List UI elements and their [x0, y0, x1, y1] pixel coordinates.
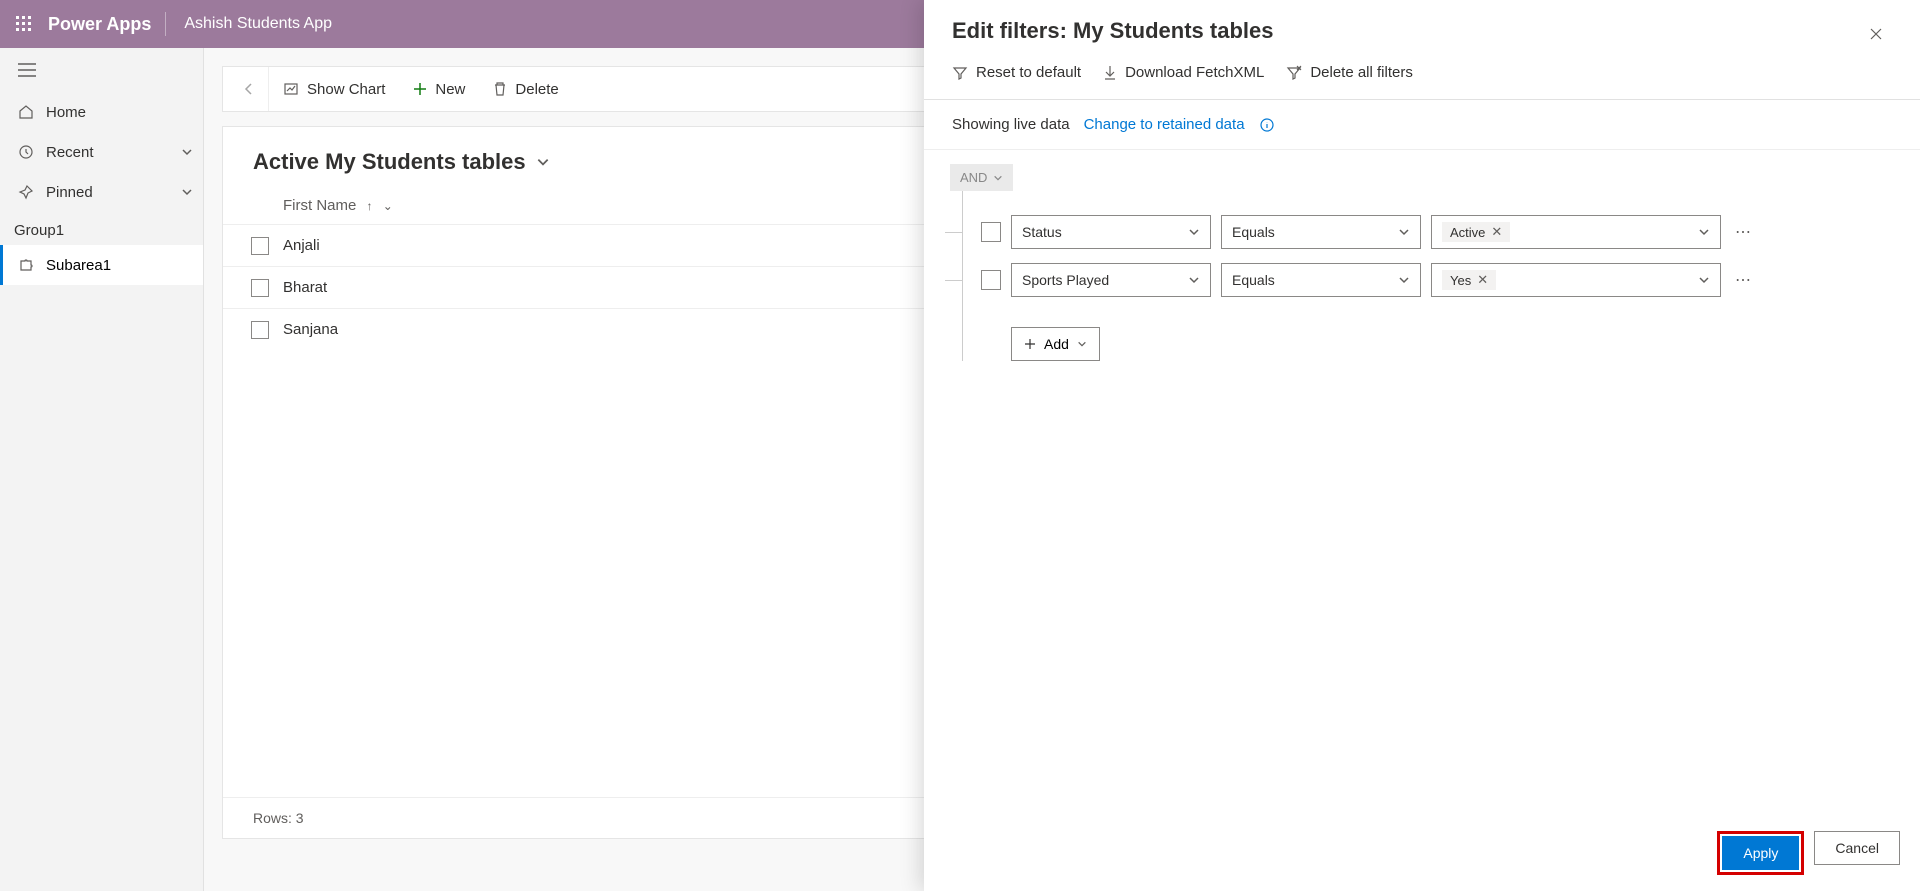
- value-chip-label: Active: [1450, 225, 1485, 240]
- download-fetchxml-button[interactable]: Download FetchXML: [1103, 64, 1264, 81]
- chevron-down-icon: [1188, 226, 1200, 238]
- chevron-down-icon: [1188, 274, 1200, 286]
- condition-operator-select[interactable]: Equals: [1221, 215, 1421, 249]
- app-name-label: Ashish Students App: [172, 15, 332, 33]
- reset-default-label: Reset to default: [976, 64, 1081, 81]
- clock-icon: [18, 144, 40, 160]
- back-button[interactable]: [229, 67, 269, 111]
- condition-field-value: Status: [1022, 224, 1188, 240]
- condition-row: Sports Played Equals Yes ✕ ⋯: [963, 263, 1900, 297]
- nav-recent-label: Recent: [40, 144, 181, 161]
- chevron-down-icon: [1698, 226, 1710, 238]
- delete-all-filters-label: Delete all filters: [1310, 64, 1413, 81]
- value-chip: Active ✕: [1442, 222, 1510, 242]
- row-checkbox[interactable]: [251, 237, 269, 255]
- value-chip: Yes ✕: [1442, 270, 1496, 290]
- show-chart-label: Show Chart: [307, 81, 385, 98]
- reset-default-button[interactable]: Reset to default: [952, 64, 1081, 81]
- remove-chip-icon[interactable]: ✕: [1477, 272, 1488, 288]
- add-condition-label: Add: [1044, 336, 1069, 352]
- nav-pinned[interactable]: Pinned: [0, 172, 203, 212]
- panel-action-bar: Reset to default Download FetchXML Delet…: [924, 60, 1920, 100]
- row-checkbox[interactable]: [251, 321, 269, 339]
- chevron-down-icon: [1398, 226, 1410, 238]
- condition-checkbox[interactable]: [981, 270, 1001, 290]
- nav-recent[interactable]: Recent: [0, 132, 203, 172]
- panel-footer: Apply Cancel: [924, 817, 1920, 891]
- left-nav: Home Recent Pinned Group1 Subarea1: [0, 48, 204, 891]
- change-retained-data-link[interactable]: Change to retained data: [1084, 116, 1245, 133]
- condition-operator-value: Equals: [1232, 272, 1398, 288]
- condition-operator-select[interactable]: Equals: [1221, 263, 1421, 297]
- cell-first-name: Bharat: [283, 279, 327, 296]
- new-label: New: [435, 81, 465, 98]
- nav-group-label: Group1: [0, 212, 203, 245]
- delete-button[interactable]: Delete: [479, 67, 572, 111]
- hamburger-button[interactable]: [0, 48, 203, 92]
- chevron-down-icon: [1398, 274, 1410, 286]
- view-title-label: Active My Students tables: [253, 149, 526, 175]
- plus-icon: [413, 82, 427, 96]
- topbar-divider: [165, 12, 166, 36]
- chevron-down-icon: ⌄: [383, 199, 393, 213]
- new-button[interactable]: New: [399, 67, 479, 111]
- value-chip-label: Yes: [1450, 273, 1471, 288]
- condition-row: Status Equals Active ✕ ⋯: [963, 215, 1900, 249]
- filter-delete-icon: [1286, 65, 1302, 81]
- condition-operator-value: Equals: [1232, 224, 1398, 240]
- condition-field-select[interactable]: Sports Played: [1011, 263, 1211, 297]
- cell-first-name: Sanjana: [283, 321, 338, 338]
- cell-first-name: Anjali: [283, 237, 320, 254]
- chevron-down-icon: [1698, 274, 1710, 286]
- trash-icon: [493, 81, 507, 97]
- delete-all-filters-button[interactable]: Delete all filters: [1286, 64, 1413, 81]
- delete-label: Delete: [515, 81, 558, 98]
- condition-field-value: Sports Played: [1022, 272, 1188, 288]
- chevron-down-icon: [181, 146, 193, 158]
- chevron-down-icon: [536, 155, 550, 169]
- condition-more-button[interactable]: ⋯: [1731, 222, 1757, 242]
- download-fetchxml-label: Download FetchXML: [1125, 64, 1264, 81]
- nav-subarea1[interactable]: Subarea1: [0, 245, 203, 285]
- remove-chip-icon[interactable]: ✕: [1491, 224, 1502, 240]
- sort-asc-icon: ↑: [367, 199, 373, 213]
- edit-filters-panel: Edit filters: My Students tables Reset t…: [924, 0, 1920, 891]
- condition-more-button[interactable]: ⋯: [1731, 270, 1757, 290]
- col-first-name-label: First Name: [283, 197, 356, 214]
- filter-reset-icon: [952, 65, 968, 81]
- puzzle-icon: [18, 257, 40, 273]
- add-condition-button[interactable]: Add: [1011, 327, 1100, 361]
- download-icon: [1103, 65, 1117, 81]
- brand-label[interactable]: Power Apps: [48, 14, 165, 35]
- condition-checkbox[interactable]: [981, 222, 1001, 242]
- chevron-down-icon: [181, 186, 193, 198]
- condition-value-select[interactable]: Active ✕: [1431, 215, 1721, 249]
- showing-live-data-label: Showing live data: [952, 116, 1070, 133]
- nav-home[interactable]: Home: [0, 92, 203, 132]
- filter-builder: AND Status Equals Active ✕: [924, 150, 1920, 817]
- nav-pinned-label: Pinned: [40, 184, 181, 201]
- chart-icon: [283, 81, 299, 97]
- cancel-button[interactable]: Cancel: [1814, 831, 1900, 865]
- group-operator-button[interactable]: AND: [950, 164, 1013, 191]
- nav-subarea1-label: Subarea1: [40, 257, 111, 274]
- condition-field-select[interactable]: Status: [1011, 215, 1211, 249]
- group-operator-label: AND: [960, 170, 987, 185]
- panel-info-bar: Showing live data Change to retained dat…: [924, 100, 1920, 150]
- condition-value-select[interactable]: Yes ✕: [1431, 263, 1721, 297]
- pin-icon: [18, 184, 40, 200]
- apply-highlight: Apply: [1717, 831, 1804, 875]
- apply-button[interactable]: Apply: [1722, 836, 1799, 870]
- info-icon[interactable]: [1259, 117, 1275, 133]
- waffle-icon[interactable]: [0, 0, 48, 48]
- panel-title: Edit filters: My Students tables: [952, 18, 1860, 44]
- show-chart-button[interactable]: Show Chart: [269, 67, 399, 111]
- close-button[interactable]: [1860, 18, 1892, 50]
- row-checkbox[interactable]: [251, 279, 269, 297]
- nav-home-label: Home: [40, 104, 193, 121]
- home-icon: [18, 104, 40, 120]
